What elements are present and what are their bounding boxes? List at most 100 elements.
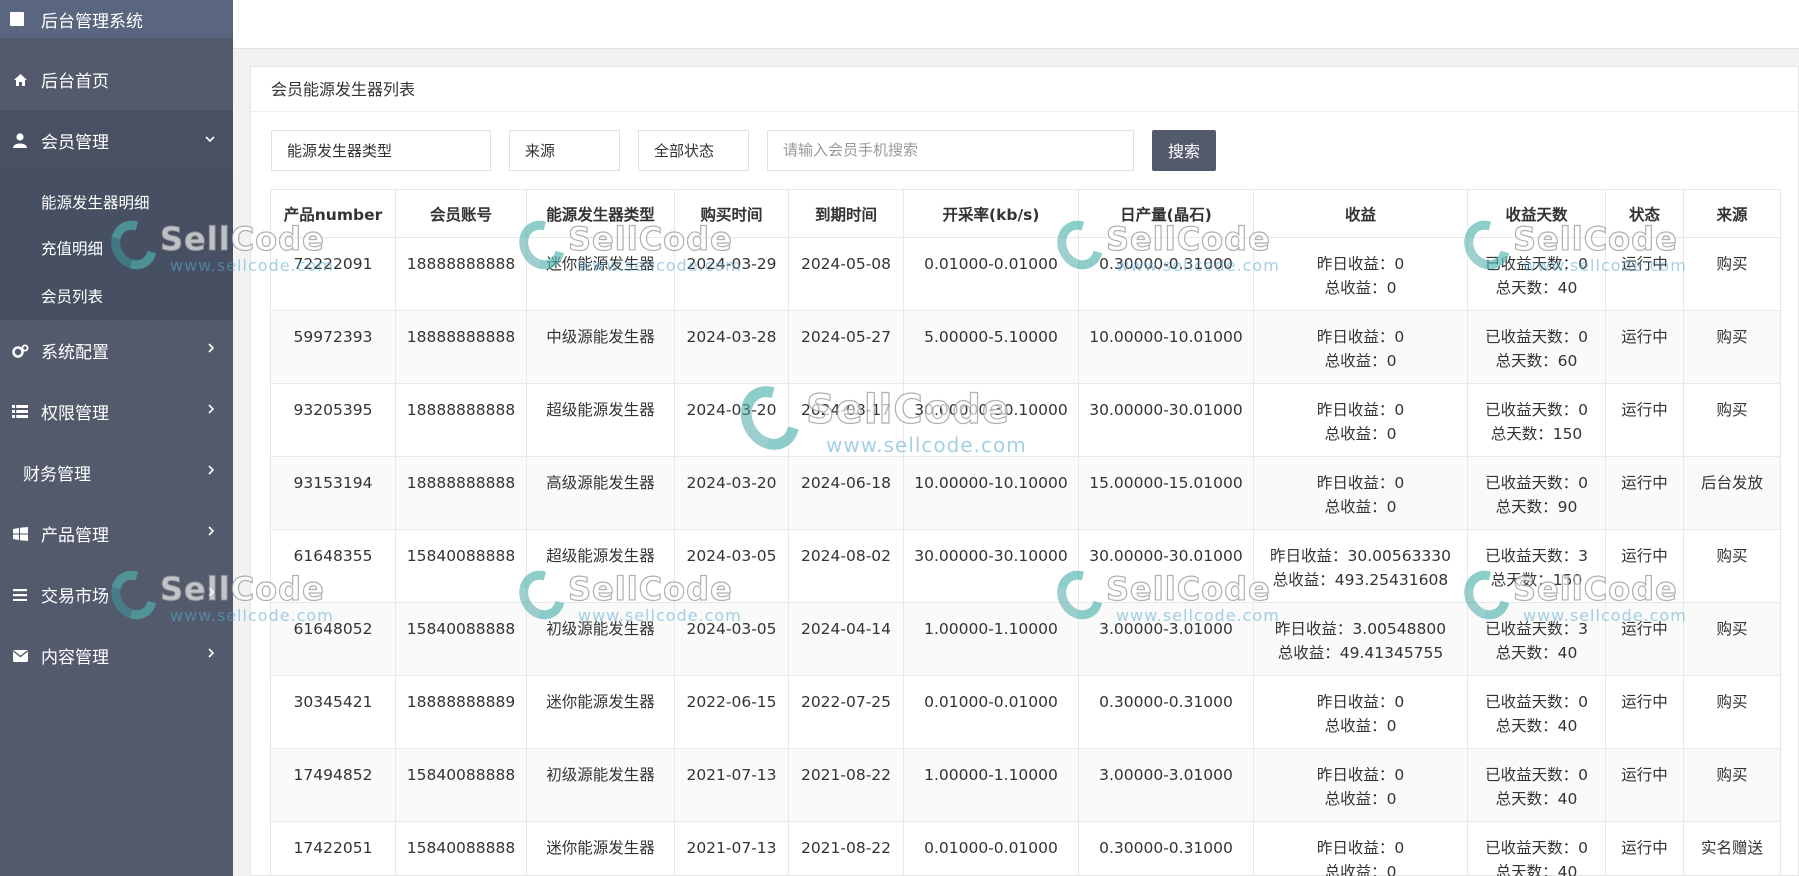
cell-total-days: 总天数：60 [1495,352,1578,370]
cell-daily-output: 15.00000-15.01000 [1078,456,1254,530]
nav-item-members[interactable]: 会员管理 [0,110,233,171]
cell-yesterday-earnings-group: 昨日收益：3.00548800 总收益：49.41345755 [1253,602,1468,676]
cell-generator-type: 迷你能源发生器 [526,237,675,311]
user-icon [11,133,29,148]
column-header: 日产量(晶石) [1078,189,1254,238]
gears-icon [11,344,29,358]
member-phone-search-input[interactable] [767,129,1134,171]
cell-status: 运行中 [1605,748,1684,822]
cell-total-earnings: 总收益：0 [1324,425,1397,443]
brand-title: 后台管理系统 [41,11,143,32]
cell-yesterday-earnings-group: 昨日收益：0 总收益：0 [1253,237,1468,311]
cell-total-earnings: 总收益：0 [1324,498,1397,516]
source-select[interactable]: 来源 [509,129,620,171]
cell-daily-output: 0.30000-0.31000 [1078,237,1254,311]
cell-generator-type: 迷你能源发生器 [526,675,675,749]
cell-buy-date: 2024-03-20 [674,383,789,457]
column-header: 产品number [270,189,396,238]
status-select[interactable]: 全部状态 [638,129,749,171]
nav-item-label: 交易市场 [41,587,109,607]
cell-source: 购买 [1683,675,1781,749]
home-icon [11,73,29,87]
cell-total-days: 总天数：150 [1490,425,1583,443]
nav-item-permissions[interactable]: 权限管理 [0,381,233,442]
cell-total-earnings: 总收益：0 [1324,279,1397,297]
cell-yesterday-earnings-group: 昨日收益：0 总收益：0 [1253,456,1468,530]
nav-item-products[interactable]: 产品管理 [0,503,233,564]
cell-buy-date: 2024-03-20 [674,456,789,530]
cell-source: 购买 [1683,748,1781,822]
nav-item-market[interactable]: 交易市场 [0,564,233,625]
cell-daily-output: 3.00000-3.01000 [1078,602,1254,676]
cell-account: 18888888888 [395,310,527,384]
chevron-right-icon [208,647,215,662]
cell-status: 运行中 [1605,675,1684,749]
cell-expire-date: 2022-07-25 [788,675,904,749]
cell-yesterday-earnings: 昨日收益：0 [1316,255,1405,273]
cell-account: 18888888889 [395,675,527,749]
cell-earned-days: 已收益天数：0 [1485,693,1588,711]
cell-earned-days-group: 已收益天数：0 总天数：40 [1467,675,1606,749]
cell-earned-days-group: 已收益天数：0 总天数：40 [1467,821,1606,876]
cell-earned-days: 已收益天数：0 [1485,255,1588,273]
cell-earned-days: 已收益天数：0 [1485,328,1588,346]
cell-product-id: 61648052 [270,602,396,676]
cell-expire-date: 2021-08-22 [788,821,904,876]
nav-item-home[interactable]: 后台首页 [0,49,233,110]
cell-product-id: 17422051 [270,821,396,876]
cell-earned-days: 已收益天数：0 [1485,839,1588,857]
column-header: 能源发生器类型 [526,189,675,238]
nav-item-finance[interactable]: 财务管理 [0,442,233,503]
cell-expire-date: 2024-05-08 [788,237,904,311]
cell-account: 15840088888 [395,821,527,876]
nav-item-system-config[interactable]: 系统配置 [0,320,233,381]
cell-generator-type: 中级源能发生器 [526,310,675,384]
brand[interactable]: 后台管理系统 [0,0,233,38]
cell-daily-output: 3.00000-3.01000 [1078,748,1254,822]
cell-rate: 0.01000-0.01000 [903,237,1079,311]
chevron-down-icon [205,132,215,147]
cell-source: 后台发放 [1683,456,1781,530]
cell-buy-date: 2024-03-05 [674,529,789,603]
cell-earned-days-group: 已收益天数：3 总天数：150 [1467,529,1606,603]
bars-icon [11,588,29,601]
cell-earned-days-group: 已收益天数：0 总天数：150 [1467,383,1606,457]
cell-yesterday-earnings: 昨日收益：0 [1316,766,1405,784]
members-submenu: 能源发生器明细 充值明细 会员列表 [0,171,233,320]
cell-daily-output: 0.30000-0.31000 [1078,675,1254,749]
cell-earned-days: 已收益天数：0 [1485,474,1588,492]
cell-product-id: 93205395 [270,383,396,457]
cell-account: 15840088888 [395,529,527,603]
submenu-item-recharge-detail[interactable]: 充值明细 [0,224,233,272]
cell-total-days: 总天数：90 [1495,498,1578,516]
column-header: 收益天数 [1467,189,1606,238]
cell-status: 运行中 [1605,383,1684,457]
cell-expire-date: 2024-04-14 [788,602,904,676]
nav-item-content[interactable]: 内容管理 [0,625,233,686]
cell-generator-type: 超级能源发生器 [526,529,675,603]
top-bar [233,0,1799,49]
table-row: 61648052 15840088888 初级源能发生器 2024-03-05 2024… [270,602,1781,676]
nav-item-label: 系统配置 [41,343,109,363]
nav-item-label: 内容管理 [41,648,109,668]
search-button[interactable]: 搜索 [1152,129,1216,171]
cell-earned-days-group: 已收益天数：0 总天数：60 [1467,310,1606,384]
cell-generator-type: 高级源能发生器 [526,456,675,530]
cell-account: 18888888888 [395,237,527,311]
submenu-item-generator-detail[interactable]: 能源发生器明细 [0,171,233,224]
cell-generator-type: 初级源能发生器 [526,602,675,676]
submenu-item-member-list[interactable]: 会员列表 [0,272,233,320]
cell-earned-days-group: 已收益天数：0 总天数：40 [1467,237,1606,311]
sidebar: 后台管理系统 后台首页 会员管理 能源发生器明细 充值明细 会员列表 系统配置 [0,0,233,876]
column-header: 购买时间 [674,189,789,238]
generator-type-select[interactable]: 能源发生器类型 [271,129,491,171]
cell-total-days: 总天数：150 [1490,571,1583,589]
filter-bar: 能源发生器类型 来源 全部状态 搜索 [271,129,1216,171]
chevron-right-icon [208,464,215,479]
nav-item-label: 产品管理 [41,526,109,546]
cell-rate: 0.01000-0.01000 [903,675,1079,749]
column-header: 来源 [1683,189,1781,238]
cell-total-earnings: 总收益：0 [1324,790,1397,808]
page-title: 会员能源发生器列表 [251,67,1798,112]
cell-buy-date: 2024-03-05 [674,602,789,676]
